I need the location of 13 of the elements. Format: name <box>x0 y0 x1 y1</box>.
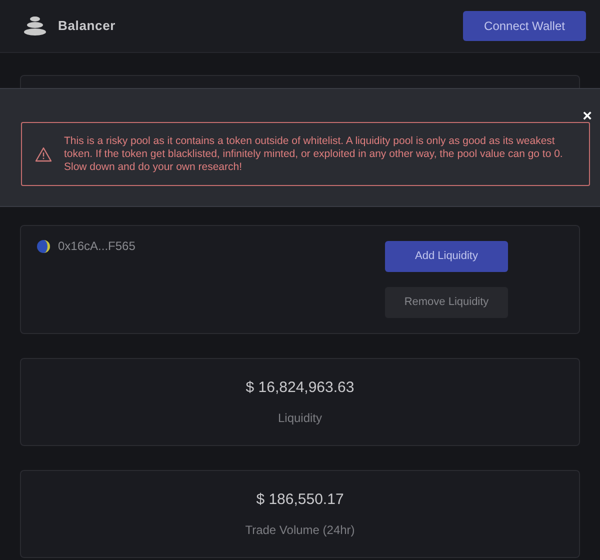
warning-message: This is a risky pool as it contains a token outside of whitelist. A liquidity pool is only as good as its weakest token. If the token get blacklisted, infinitely minted, or exploited in any other way, the pool value can go to 0. Slow down and do your own research! <box>64 134 564 174</box>
close-button[interactable]: × <box>582 109 592 125</box>
pool-address: 0x16cA...F565 <box>58 240 136 253</box>
token-icon <box>37 240 50 253</box>
liquidity-button[interactable]: Add Liquidity <box>385 241 508 272</box>
brand-name: Balancer <box>58 17 116 36</box>
warning-icon <box>35 146 52 162</box>
stat-label: Trade Volume (24hr) <box>245 522 355 540</box>
stat-value: $ 16,824,963.63 <box>246 378 354 398</box>
stat-label: Liquidity <box>278 410 322 428</box>
connect-wallet-button[interactable]: Connect Wallet <box>463 11 586 41</box>
stacked-stones-logo-icon <box>24 16 46 36</box>
stat-value: $ 186,550.17 <box>256 490 344 510</box>
